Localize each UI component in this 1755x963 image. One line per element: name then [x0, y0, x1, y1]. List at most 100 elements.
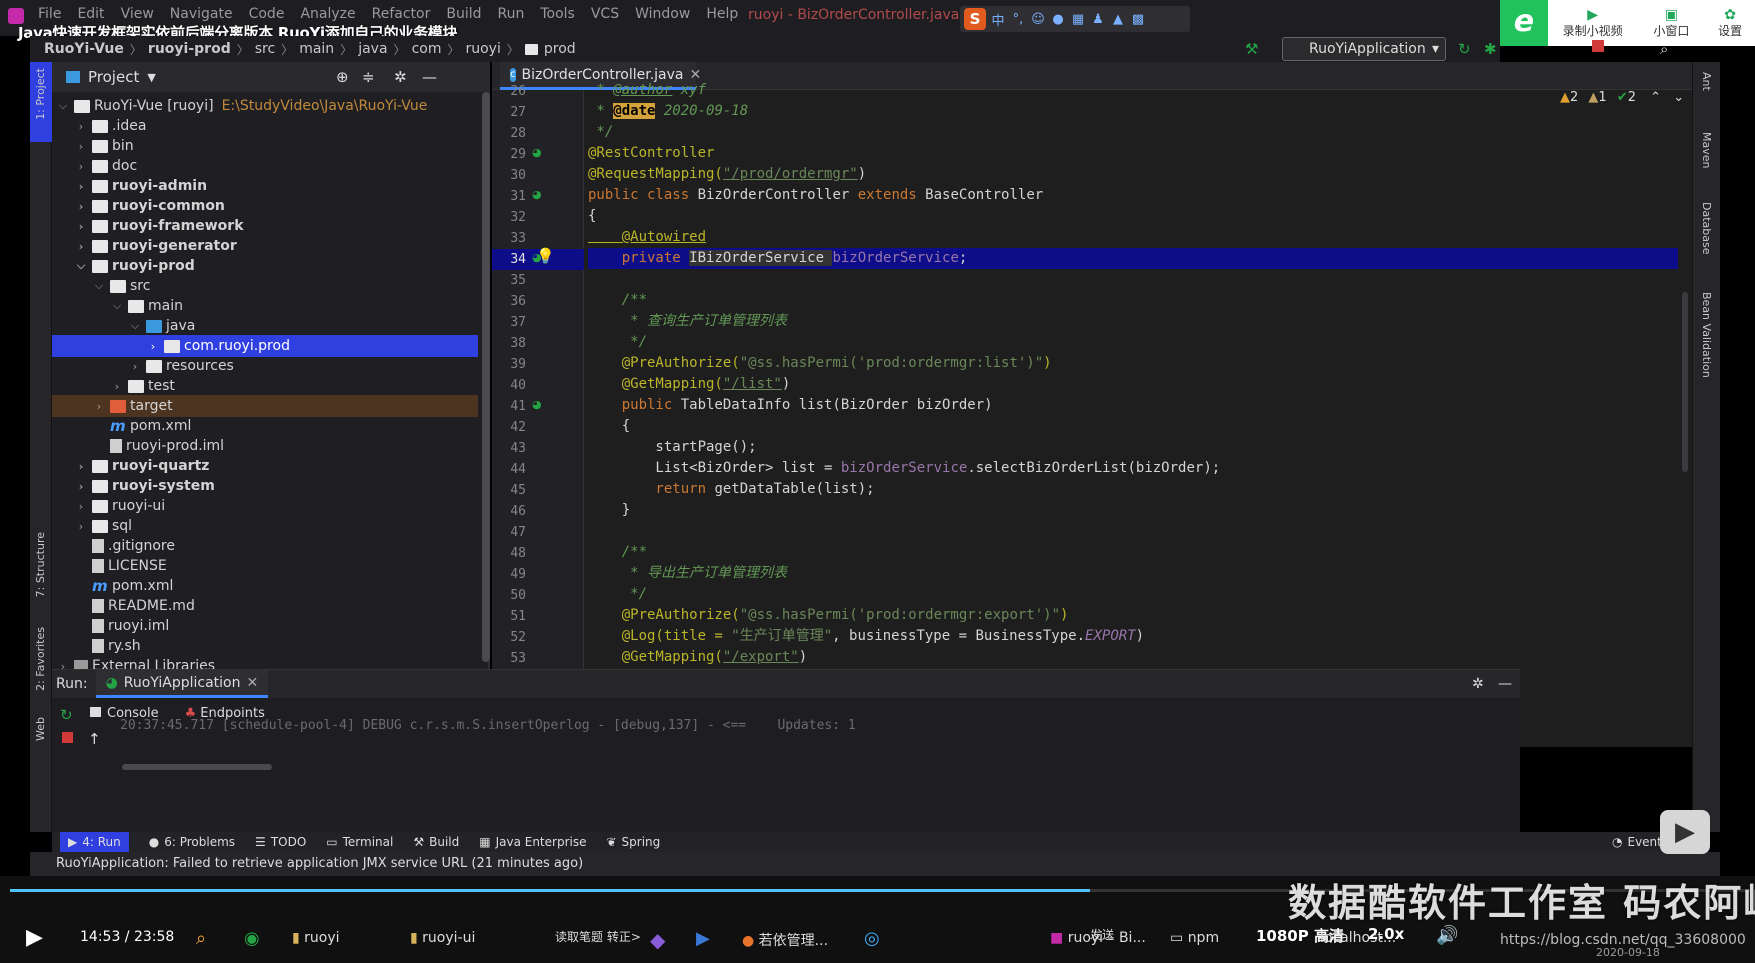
stop-icon[interactable]: [1592, 40, 1604, 52]
scrollbar[interactable]: [482, 92, 490, 662]
spring-bean-icon[interactable]: ◕: [532, 188, 542, 201]
menu-analyze[interactable]: Analyze: [292, 4, 363, 24]
rerun-icon[interactable]: ↻: [60, 706, 73, 724]
tree-item[interactable]: m pom.xml: [52, 575, 478, 597]
locate-icon[interactable]: ⊕: [336, 68, 349, 86]
edge-icon[interactable]: ◎: [864, 928, 880, 949]
menu-file[interactable]: File: [30, 4, 69, 24]
tool-tab-build[interactable]: ⚒ Build: [413, 835, 459, 849]
tree-root[interactable]: ⌵ RuoYi-Vue [ruoyi] E:\StudyVideo\Java\R…: [52, 95, 478, 117]
tree-item[interactable]: › ruoyi-ui: [52, 495, 478, 517]
mini-window-button[interactable]: ▣ 小窗口: [1637, 8, 1705, 39]
menu-run[interactable]: Run: [490, 4, 533, 24]
tree-item[interactable]: ruoyi-prod.iml: [52, 435, 478, 457]
inspection-widget[interactable]: ▲2 ▲1 ✔2 ⌃ ⌄: [1560, 90, 1684, 105]
play-icon[interactable]: ▶: [26, 925, 43, 950]
tool-tab-structure[interactable]: 7: Structure: [34, 532, 47, 597]
tree-item[interactable]: › ruoyi-generator: [52, 235, 478, 257]
search-icon[interactable]: ⌕: [196, 928, 206, 949]
menu-help[interactable]: Help: [698, 4, 746, 24]
tool-tab-java-enterprise[interactable]: ▦ Java Enterprise: [479, 835, 586, 849]
tree-item[interactable]: ⌵ java: [52, 315, 478, 337]
menu-window[interactable]: Window: [627, 4, 698, 24]
tool-tab-maven[interactable]: Maven: [1700, 132, 1713, 168]
breadcrumb-item[interactable]: ruoyi-prod: [148, 41, 231, 57]
tool-tab-terminal[interactable]: ▭ Terminal: [326, 835, 393, 849]
tool-tab-database[interactable]: Database: [1700, 202, 1713, 255]
taskbar-app[interactable]: ● 若依管理...: [742, 930, 828, 950]
taskbar-app[interactable]: 读取笔题 转正>: [555, 928, 641, 945]
tree-item[interactable]: › sql: [52, 515, 478, 537]
spring-bean-icon[interactable]: ◕: [532, 146, 542, 159]
chevron-down-icon[interactable]: ⌄: [1673, 90, 1684, 105]
menu-view[interactable]: View: [113, 4, 162, 24]
taskbar-app[interactable]: ▮ ruoyi-ui: [410, 930, 475, 946]
record-video-button[interactable]: ▶ 录制小视频: [1548, 8, 1638, 39]
chevron-down-icon[interactable]: ▼: [147, 71, 155, 84]
emoji-icon[interactable]: ☺: [1030, 12, 1046, 27]
tree-item[interactable]: ⌵ ruoyi-prod: [52, 255, 478, 277]
skin-icon[interactable]: ▲: [1110, 12, 1126, 27]
tree-item[interactable]: › doc: [52, 155, 478, 177]
breadcrumb-item[interactable]: src: [255, 41, 275, 57]
powershell-icon[interactable]: ▶: [696, 928, 710, 949]
tool-tab-favorites[interactable]: 2: Favorites: [34, 627, 47, 691]
video-play-button[interactable]: ▶: [1660, 810, 1710, 854]
rerun-icon[interactable]: ↻: [1458, 40, 1471, 58]
tree-item[interactable]: ry.sh: [52, 635, 478, 657]
ime-punctuation[interactable]: °,: [1010, 12, 1026, 27]
tool-tab-ant[interactable]: Ant: [1700, 72, 1713, 91]
menu-refactor[interactable]: Refactor: [364, 4, 439, 24]
gear-icon[interactable]: ✲: [1472, 676, 1484, 692]
search-icon[interactable]: ⌕: [1660, 40, 1668, 58]
user-icon[interactable]: ♟: [1090, 12, 1106, 27]
menu-code[interactable]: Code: [241, 4, 293, 24]
tree-item[interactable]: LICENSE: [52, 555, 478, 577]
project-view-select[interactable]: Project: [88, 68, 139, 86]
ime-mode-chinese[interactable]: 中: [990, 10, 1006, 29]
debug-icon[interactable]: ✱: [1484, 40, 1497, 58]
collapse-all-icon[interactable]: ≑: [362, 68, 375, 86]
chrome-icon[interactable]: ◉: [244, 928, 260, 949]
gear-icon[interactable]: ✲: [394, 68, 407, 86]
hide-icon[interactable]: —: [1498, 676, 1512, 692]
grid-icon[interactable]: ▩: [1130, 12, 1146, 27]
scrollbar[interactable]: [122, 764, 272, 770]
speed-select[interactable]: 2.0x: [1368, 925, 1404, 943]
volume-icon[interactable]: 🔊: [1436, 925, 1458, 946]
scrollbar[interactable]: [1682, 292, 1688, 472]
tree-item[interactable]: › target: [52, 395, 478, 417]
tree-item[interactable]: ⌵ src: [52, 275, 478, 297]
tool-tab-bean-validation[interactable]: Bean Validation: [1700, 292, 1713, 378]
breadcrumb-item[interactable]: java: [358, 41, 387, 57]
tree-item[interactable]: › ruoyi-admin: [52, 175, 478, 197]
hammer-icon[interactable]: ⚒: [1245, 40, 1258, 58]
menu-tools[interactable]: Tools: [532, 4, 583, 24]
tool-tab-web[interactable]: Web: [34, 717, 47, 741]
menu-vcs[interactable]: VCS: [583, 4, 627, 24]
lightbulb-icon[interactable]: 💡: [536, 247, 555, 265]
tool-tab-project[interactable]: 1: Project: [34, 68, 47, 120]
arrow-up-icon[interactable]: ↑: [88, 730, 101, 748]
tree-item[interactable]: › resources: [52, 355, 478, 377]
tree-item[interactable]: README.md: [52, 595, 478, 617]
taskbar-app[interactable]: ▭ npm: [1170, 930, 1219, 946]
tree-item[interactable]: ruoyi.iml: [52, 615, 478, 637]
run-configuration-select[interactable]: RuoYiApplication ▾: [1282, 37, 1446, 61]
breadcrumb-item[interactable]: RuoYi-Vue: [44, 41, 124, 57]
tree-item[interactable]: › ruoyi-framework: [52, 215, 478, 237]
menu-navigate[interactable]: Navigate: [162, 4, 241, 24]
tool-tab-problems[interactable]: ● 6: Problems: [149, 835, 235, 849]
taskbar-app[interactable]: ▮ ruoyi: [292, 930, 340, 946]
menu-edit[interactable]: Edit: [69, 4, 112, 24]
tool-tab-todo[interactable]: ☰ TODO: [255, 835, 306, 849]
tree-item[interactable]: .gitignore: [52, 535, 478, 557]
status-message[interactable]: RuoYiApplication: Failed to retrieve app…: [56, 856, 583, 871]
tree-item[interactable]: › ruoyi-system: [52, 475, 478, 497]
tree-item[interactable]: ⌵ main: [52, 295, 478, 317]
tool-tab-spring[interactable]: ❦ Spring: [606, 835, 660, 849]
breadcrumb-item[interactable]: ruoyi: [465, 41, 500, 57]
menu-build[interactable]: Build: [438, 4, 489, 24]
tree-item[interactable]: › .idea: [52, 115, 478, 137]
breadcrumb-item[interactable]: main: [299, 41, 334, 57]
